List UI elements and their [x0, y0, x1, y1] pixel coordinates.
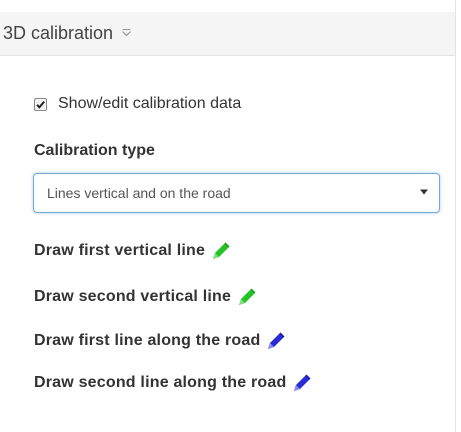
show-calibration-checkbox-row[interactable]: Show/edit calibration data — [34, 95, 241, 113]
draw-first-vertical-line-label: Draw first vertical line — [34, 242, 206, 259]
pencil-icon — [265, 330, 287, 352]
show-calibration-label: Show/edit calibration data — [58, 95, 242, 112]
draw-first-road-line-label: Draw first line along the road — [34, 332, 261, 349]
calibration-panel: 3D calibration Show/edit calibration dat… — [0, 0, 456, 432]
dropdown-arrow-icon — [420, 189, 428, 195]
draw-second-road-line-label: Draw second line along the road — [34, 374, 287, 391]
pencil-icon — [291, 372, 313, 394]
draw-first-road-line-button[interactable]: Draw first line along the road — [34, 330, 287, 352]
calibration-type-select[interactable]: Lines vertical and on the road — [33, 173, 440, 213]
calibration-type-label: Calibration type — [34, 142, 155, 159]
draw-second-road-line-button[interactable]: Draw second line along the road — [34, 372, 313, 394]
pencil-icon — [236, 286, 258, 308]
pencil-icon — [210, 240, 232, 262]
panel-header[interactable]: 3D calibration — [0, 12, 455, 56]
draw-second-vertical-line-label: Draw second vertical line — [34, 288, 232, 305]
draw-second-vertical-line-button[interactable]: Draw second vertical line — [34, 286, 258, 308]
panel-title: 3D calibration — [3, 23, 114, 43]
checkmark-icon — [36, 100, 45, 109]
chevron-down-icon[interactable] — [121, 28, 132, 39]
draw-first-vertical-line-button[interactable]: Draw first vertical line — [34, 240, 232, 262]
show-calibration-checkbox[interactable] — [34, 97, 47, 111]
calibration-type-selected-value: Lines vertical and on the road — [47, 185, 231, 201]
